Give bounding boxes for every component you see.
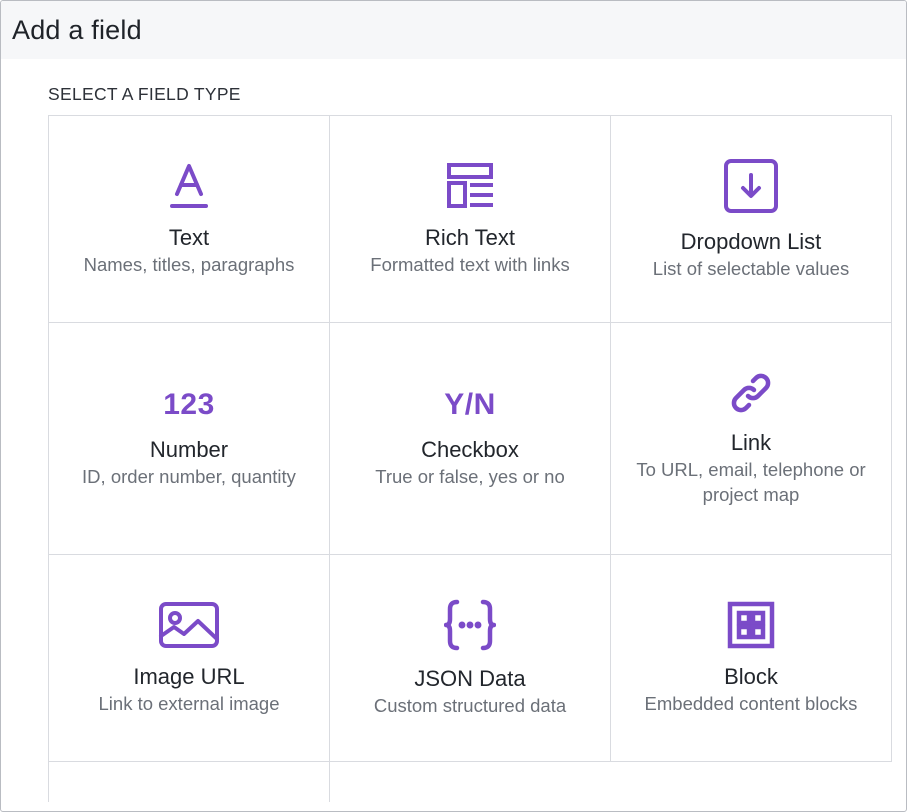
- field-type-number[interactable]: 123 Number ID, order number, quantity: [49, 323, 330, 555]
- field-type-description: True or false, yes or no: [375, 466, 565, 487]
- text-icon: [169, 162, 209, 210]
- field-type-description: To URL, email, telephone or project map: [636, 458, 866, 505]
- field-type-description: Link to external image: [98, 692, 280, 714]
- field-type-name: Image URL: [133, 663, 245, 689]
- field-type-description: Custom structured data: [373, 694, 567, 716]
- field-type-text[interactable]: Text Names, titles, paragraphs: [49, 116, 330, 323]
- field-type-name: Link: [730, 429, 772, 455]
- field-type-description: Formatted text with links: [370, 253, 570, 275]
- field-type-description: Embedded content blocks: [644, 692, 858, 714]
- field-type-name: Number: [149, 437, 229, 462]
- field-type-image-url[interactable]: Image URL Link to external image: [49, 555, 330, 762]
- number-icon: 123: [163, 388, 215, 421]
- field-type-description: Names, titles, paragraphs: [83, 253, 295, 275]
- rich-text-icon: [446, 162, 494, 210]
- block-icon: [727, 601, 775, 649]
- field-type-card-partial[interactable]: [330, 762, 611, 802]
- field-type-grid: Text Names, titles, paragraphs Rich Text…: [48, 115, 892, 802]
- dialog-header: Add a field: [1, 1, 906, 59]
- dialog-title: Add a field: [12, 14, 142, 45]
- field-type-name: JSON Data: [414, 665, 526, 691]
- field-type-name: Block: [724, 663, 778, 689]
- field-type-name: Text: [168, 224, 210, 250]
- field-type-link[interactable]: Link To URL, email, telephone or project…: [611, 323, 892, 555]
- link-icon: [729, 371, 773, 415]
- dropdown-icon: [723, 158, 779, 214]
- field-type-name: Checkbox: [421, 437, 519, 462]
- field-type-description: List of selectable values: [652, 257, 850, 279]
- checkbox-icon: Y/N: [444, 388, 496, 421]
- grid-empty-space: [611, 762, 892, 802]
- add-field-dialog: Add a field SELECT A FIELD TYPE Text Nam…: [0, 0, 907, 812]
- section-label: SELECT A FIELD TYPE: [48, 84, 241, 104]
- field-type-name: Dropdown List: [680, 228, 822, 254]
- field-type-rich-text[interactable]: Rich Text Formatted text with links: [330, 116, 611, 323]
- field-type-json-data[interactable]: JSON Data Custom structured data: [330, 555, 611, 762]
- image-icon: [158, 601, 220, 649]
- json-icon: [444, 599, 496, 651]
- field-type-checkbox[interactable]: Y/N Checkbox True or false, yes or no: [330, 323, 611, 555]
- field-type-card-partial[interactable]: [49, 762, 330, 802]
- field-type-description: ID, order number, quantity: [82, 466, 296, 487]
- field-type-dropdown-list[interactable]: Dropdown List List of selectable values: [611, 116, 892, 323]
- field-type-block[interactable]: Block Embedded content blocks: [611, 555, 892, 762]
- field-type-name: Rich Text: [424, 224, 516, 250]
